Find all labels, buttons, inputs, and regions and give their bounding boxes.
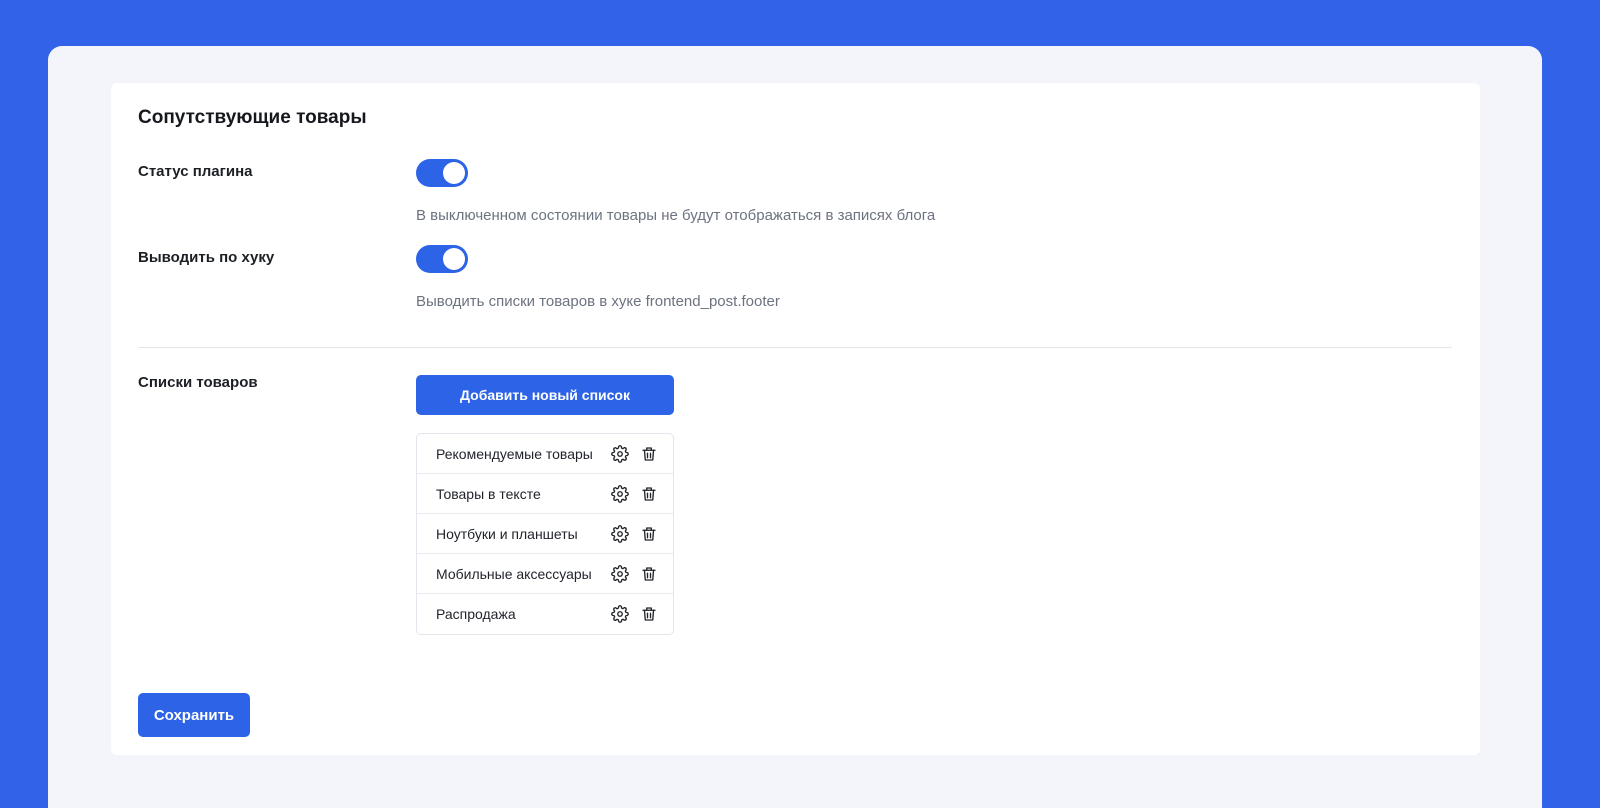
list-item: Рекомендуемые товары	[417, 434, 673, 474]
gear-icon[interactable]	[610, 524, 630, 544]
product-lists-list: Рекомендуемые товары Товары в тексте Ноутб…	[416, 433, 674, 635]
list-item-label: Распродажа	[436, 606, 516, 622]
toggle-knob	[443, 248, 465, 270]
trash-icon[interactable]	[639, 604, 659, 624]
list-item: Распродажа	[417, 594, 673, 634]
plugin-status-label: Статус плагина	[138, 163, 253, 180]
toggle-knob	[443, 162, 465, 184]
trash-icon[interactable]	[639, 484, 659, 504]
plugin-status-hint: В выключенном состоянии товары не будут …	[416, 207, 936, 224]
list-item-label: Мобильные аксессуары	[436, 565, 592, 582]
plugin-status-toggle[interactable]	[416, 159, 468, 187]
output-hook-toggle[interactable]	[416, 245, 468, 273]
list-item: Ноутбуки и планшеты	[417, 514, 673, 554]
gear-icon[interactable]	[610, 564, 630, 584]
gear-icon[interactable]	[610, 444, 630, 464]
gear-icon[interactable]	[610, 604, 630, 624]
output-hook-label: Выводить по хуку	[138, 249, 275, 266]
list-item: Мобильные аксессуары	[417, 554, 673, 594]
list-item-label: Товары в тексте	[436, 485, 541, 502]
save-button[interactable]: Сохранить	[138, 693, 250, 737]
trash-icon[interactable]	[639, 524, 659, 544]
output-hook-hint: Выводить списки товаров в хуке frontend_…	[416, 293, 780, 310]
list-item-label: Ноутбуки и планшеты	[436, 525, 578, 542]
list-item: Товары в тексте	[417, 474, 673, 514]
add-new-list-button[interactable]: Добавить новый список	[416, 375, 674, 415]
product-lists-label: Списки товаров	[138, 374, 258, 391]
trash-icon[interactable]	[639, 444, 659, 464]
gear-icon[interactable]	[610, 484, 630, 504]
plugin-settings-card: Сопутствующие товары Статус плагина В вы…	[111, 83, 1480, 755]
section-divider	[138, 347, 1452, 348]
page-title: Сопутствующие товары	[138, 107, 367, 128]
list-item-label: Рекомендуемые товары	[436, 445, 593, 462]
trash-icon[interactable]	[639, 564, 659, 584]
